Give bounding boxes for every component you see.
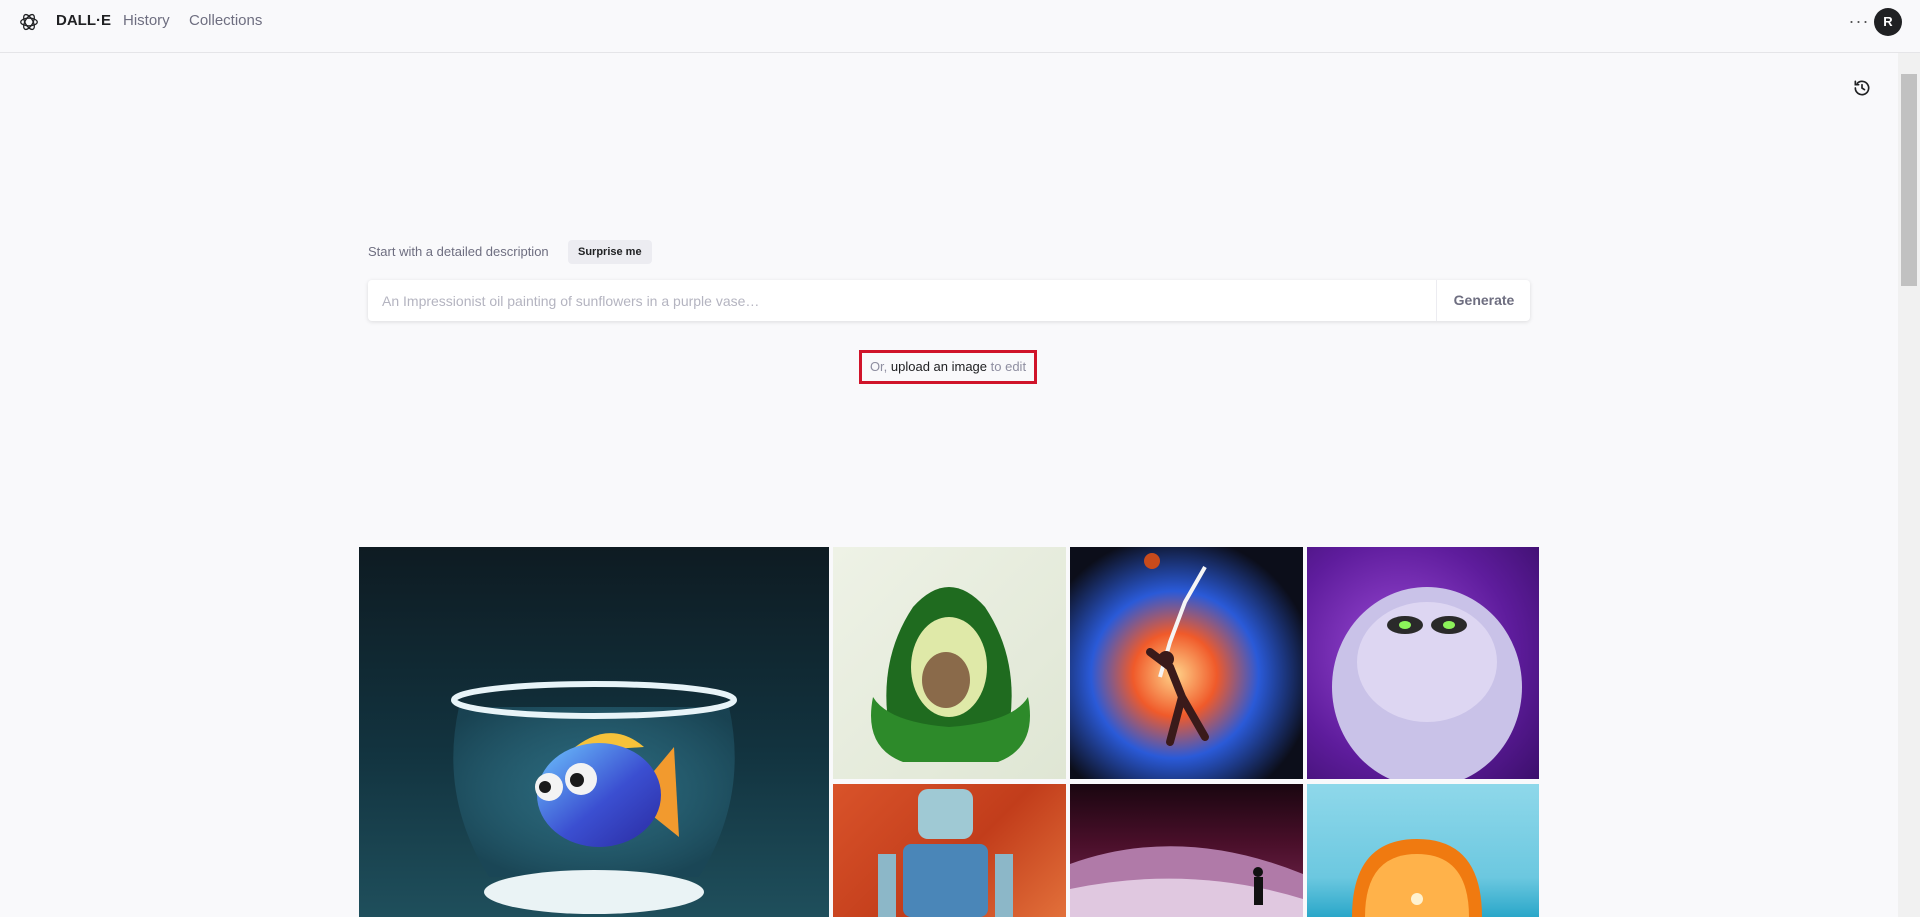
fishbowl-image[interactable]	[359, 547, 829, 917]
prompt-input[interactable]	[368, 280, 1435, 321]
upload-suffix: to edit	[987, 359, 1027, 374]
prompt-box: Generate	[368, 280, 1530, 321]
avatar[interactable]: R	[1874, 8, 1902, 36]
more-options-button[interactable]: ···	[1847, 6, 1871, 36]
scrollbar-thumb[interactable]	[1901, 74, 1917, 286]
history-icon[interactable]	[1852, 78, 1872, 98]
desert-figure-image[interactable]	[1070, 784, 1303, 917]
upload-image-link[interactable]: upload an image	[891, 359, 987, 374]
surprise-me-button[interactable]: Surprise me	[568, 240, 652, 264]
nav-collections[interactable]: Collections	[189, 12, 262, 29]
openai-logo-icon[interactable]	[18, 11, 40, 33]
nav-history[interactable]: History	[123, 12, 170, 29]
purple-monster-image[interactable]	[1307, 547, 1539, 779]
robot-painting-image[interactable]	[833, 784, 1066, 917]
upload-prompt: Or, upload an image to edit	[859, 350, 1037, 384]
brand-title[interactable]: DALL·E	[56, 12, 111, 29]
avocado-chair-image[interactable]	[833, 547, 1066, 779]
orange-image[interactable]	[1307, 784, 1539, 917]
space-basketball-image[interactable]	[1070, 547, 1303, 779]
prompt-label: Start with a detailed description	[368, 244, 549, 259]
upload-prefix: Or,	[869, 359, 891, 374]
generate-button[interactable]: Generate	[1436, 280, 1531, 321]
top-bar: DALL·E History Collections ··· R	[0, 0, 1920, 53]
